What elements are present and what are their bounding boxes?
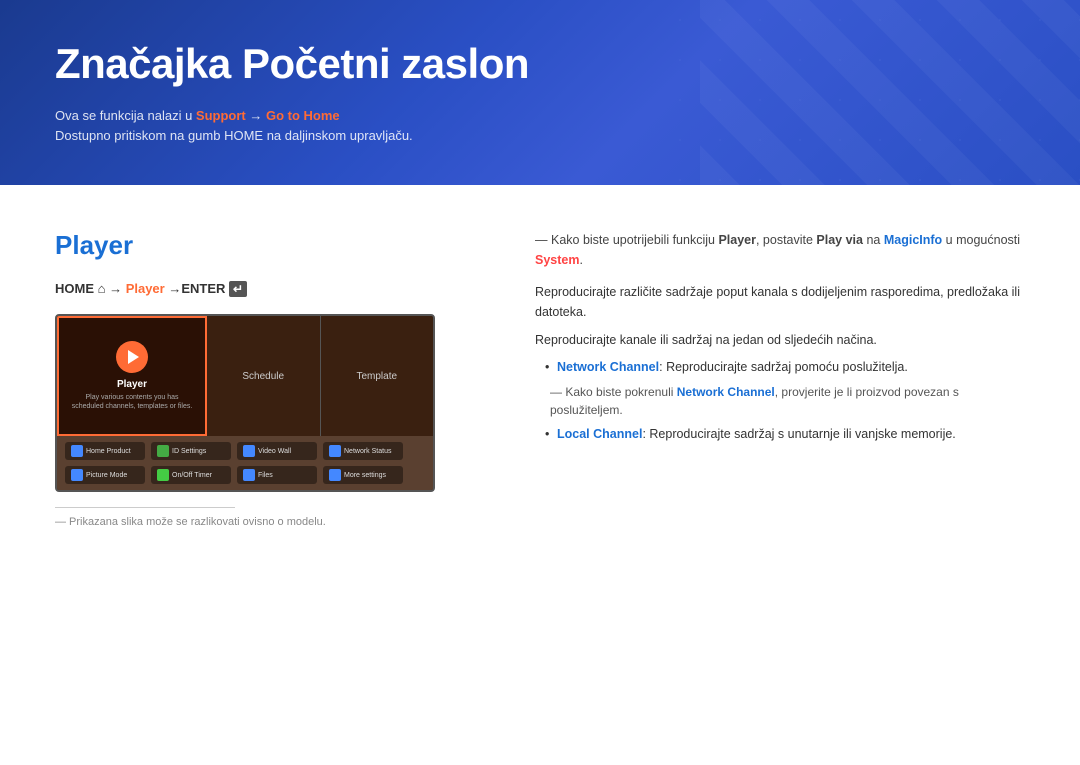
header-banner: Značajka Početni zaslon Ova se funkcija … bbox=[0, 0, 1080, 185]
local-channel-text: Reproducirajte sadržaj s unutarnje ili v… bbox=[649, 427, 955, 441]
icon-dot-id bbox=[157, 445, 169, 457]
main-content: Player HOME ⌂ → Player →ENTER ↵ Player P… bbox=[0, 185, 1080, 765]
bullet-list: Network Channel: Reproducirajte sadržaj … bbox=[535, 358, 1025, 377]
nav-player-label: Player bbox=[126, 281, 165, 296]
icon-dot-home bbox=[71, 445, 83, 457]
nav-enter: →ENTER bbox=[165, 281, 229, 296]
body-text-2: Reproducirajte kanale ili sadržaj na jed… bbox=[535, 330, 1025, 350]
icon-dot-video bbox=[243, 445, 255, 457]
mockup-bottom-icons: Home Product ID Settings Video Wall Netw… bbox=[57, 436, 433, 490]
icon-on-off-timer: On/Off Timer bbox=[151, 466, 231, 484]
intro-dash: — bbox=[535, 233, 551, 247]
icon-label-network-status: Network Status bbox=[344, 448, 391, 455]
player-tile-label: Player bbox=[117, 379, 147, 390]
icon-dot-files bbox=[243, 469, 255, 481]
icon-dot-picture bbox=[71, 469, 83, 481]
support-link[interactable]: Support bbox=[196, 108, 246, 123]
bullet-local-channel: Local Channel: Reproducirajte sadržaj s … bbox=[545, 425, 1025, 444]
intro-via: na bbox=[863, 233, 884, 247]
nav-home-label: HOME ⌂ → bbox=[55, 281, 126, 296]
icon-label-more-settings: More settings bbox=[344, 472, 386, 479]
bullet-network-channel: Network Channel: Reproducirajte sadržaj … bbox=[545, 358, 1025, 377]
sub-note-prefix: Kako biste pokrenuli bbox=[565, 385, 676, 399]
section-title-player: Player bbox=[55, 230, 485, 261]
network-channel-name: Network Channel bbox=[557, 360, 659, 374]
hex-pattern-decoration bbox=[660, 0, 1080, 185]
schedule-tile-label: Schedule bbox=[242, 371, 284, 382]
intro-end: . bbox=[579, 253, 582, 267]
icon-label-on-off-timer: On/Off Timer bbox=[172, 472, 212, 479]
intro-middle: , postavite bbox=[756, 233, 816, 247]
icon-network-status: Network Status bbox=[323, 442, 403, 460]
footnote-text: — Prikazana slika može se razlikovati ov… bbox=[55, 516, 485, 528]
icon-home-product: Home Product bbox=[65, 442, 145, 460]
sub-note-channel: Network Channel bbox=[677, 385, 775, 399]
body-text-1: Reproducirajte različite sadržaje poput … bbox=[535, 282, 1025, 322]
intro-prefix: Kako biste upotrijebili funkciju bbox=[551, 233, 718, 247]
player-play-icon bbox=[116, 341, 148, 373]
sub-note: Kako biste pokrenuli Network Channel, pr… bbox=[545, 383, 1025, 419]
icon-label-video-wall: Video Wall bbox=[258, 448, 291, 455]
icon-files: Files bbox=[237, 466, 317, 484]
local-channel-name: Local Channel bbox=[557, 427, 642, 441]
arrow-separator: → bbox=[246, 108, 266, 123]
template-tile-label: Template bbox=[356, 371, 397, 382]
network-channel-text: Reproducirajte sadržaj pomoću poslužitel… bbox=[666, 360, 908, 374]
icon-picture-mode: Picture Mode bbox=[65, 466, 145, 484]
go-home-link[interactable]: Go to Home bbox=[266, 108, 340, 123]
intro-play-via: Play via bbox=[816, 233, 863, 247]
intro-system-label: u mogućnosti bbox=[942, 233, 1020, 247]
enter-icon: ↵ bbox=[229, 281, 247, 297]
icon-dot-network bbox=[329, 445, 341, 457]
icon-dot-timer bbox=[157, 469, 169, 481]
icon-label-picture-mode: Picture Mode bbox=[86, 472, 127, 479]
divider bbox=[55, 507, 235, 508]
intro-system-word: System bbox=[535, 253, 579, 267]
icon-more-settings: More settings bbox=[323, 466, 403, 484]
subtitle-line2: Dostupno pritiskom na gumb HOME na dalji… bbox=[55, 128, 413, 143]
schedule-tile: Schedule bbox=[207, 316, 321, 436]
player-tile: Player Play various contents you has sch… bbox=[57, 316, 207, 436]
right-column: — Kako biste upotrijebili funkciju Playe… bbox=[535, 230, 1025, 720]
icon-id-settings: ID Settings bbox=[151, 442, 231, 460]
icon-label-files: Files bbox=[258, 472, 273, 479]
icon-dot-more bbox=[329, 469, 341, 481]
subtitle-prefix: Ova se funkcija nalazi u bbox=[55, 108, 196, 123]
mockup-main-area: Player Play various contents you has sch… bbox=[57, 316, 433, 436]
icon-video-wall: Video Wall bbox=[237, 442, 317, 460]
left-column: Player HOME ⌂ → Player →ENTER ↵ Player P… bbox=[55, 230, 485, 720]
bullet-list-2: Local Channel: Reproducirajte sadržaj s … bbox=[535, 425, 1025, 444]
intro-player-word: Player bbox=[718, 233, 756, 247]
player-tile-desc: Play various contents you has scheduled … bbox=[69, 393, 195, 411]
intro-paragraph: — Kako biste upotrijebili funkciju Playe… bbox=[535, 230, 1025, 270]
icon-label-id-settings: ID Settings bbox=[172, 448, 206, 455]
template-tile: Template bbox=[321, 316, 434, 436]
nav-path: HOME ⌂ → Player →ENTER ↵ bbox=[55, 281, 485, 296]
screen-mockup: Player Play various contents you has sch… bbox=[55, 314, 435, 492]
icon-label-home-product: Home Product bbox=[86, 448, 131, 455]
intro-magicinfo: MagicInfo bbox=[884, 233, 942, 247]
